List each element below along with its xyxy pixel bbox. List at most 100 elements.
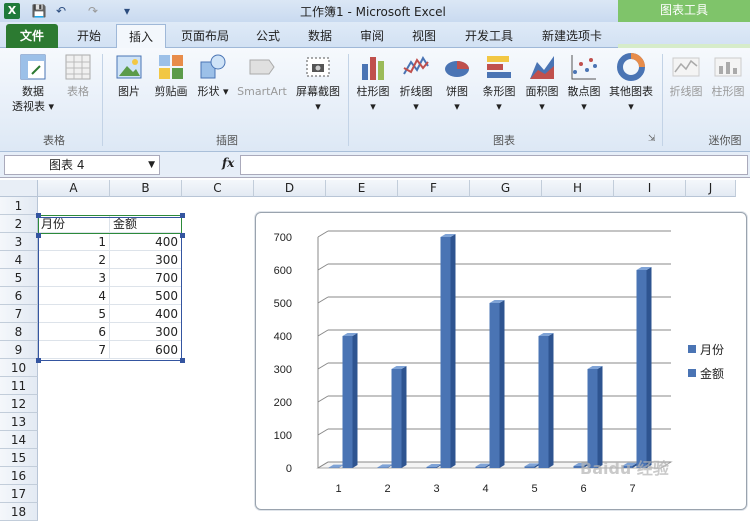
cell-month[interactable]: 3 bbox=[38, 269, 110, 287]
row-header-17[interactable]: 17 bbox=[0, 485, 38, 503]
range-handle[interactable] bbox=[36, 213, 41, 218]
column-header-h[interactable]: H bbox=[542, 180, 614, 197]
range-handle[interactable] bbox=[36, 358, 41, 363]
clipart-button[interactable]: 剪贴画 bbox=[150, 52, 192, 99]
column-header-e[interactable]: E bbox=[326, 180, 398, 197]
row-header-8[interactable]: 8 bbox=[0, 323, 38, 341]
cell-month[interactable]: 6 bbox=[38, 323, 110, 341]
tab-insert[interactable]: 插入 bbox=[116, 24, 166, 48]
undo-icon[interactable]: ↶ bbox=[52, 2, 70, 20]
chart-tools-label: 图表工具 bbox=[618, 0, 750, 22]
screenshot-button[interactable]: 屏幕截图 ▾ bbox=[292, 52, 344, 114]
row-header-14[interactable]: 14 bbox=[0, 431, 38, 449]
line-chart-button[interactable]: 折线图 ▾ bbox=[396, 52, 436, 114]
cell-amount[interactable]: 300 bbox=[110, 251, 182, 269]
range-handle[interactable] bbox=[36, 233, 41, 238]
row-header-5[interactable]: 5 bbox=[0, 269, 38, 287]
sparkline-line-label: 折线图 bbox=[669, 85, 703, 98]
column-header-d[interactable]: D bbox=[254, 180, 326, 197]
row-header-7[interactable]: 7 bbox=[0, 305, 38, 323]
range-handle[interactable] bbox=[180, 358, 185, 363]
row-header-2[interactable]: 2 bbox=[0, 215, 38, 233]
cell-amount[interactable]: 600 bbox=[110, 341, 182, 359]
x-tick-label: 2 bbox=[384, 483, 390, 495]
scatter-chart-button[interactable]: 散点图 ▾ bbox=[564, 52, 604, 114]
pivot-table-button[interactable]: 数据 透视表 ▾ bbox=[10, 52, 56, 114]
tab-page-layout[interactable]: 页面布局 bbox=[172, 24, 238, 48]
row-header-13[interactable]: 13 bbox=[0, 413, 38, 431]
tab-view[interactable]: 视图 bbox=[402, 24, 446, 48]
row-header-6[interactable]: 6 bbox=[0, 287, 38, 305]
pie-chart-button[interactable]: 饼图 ▾ bbox=[440, 52, 474, 114]
formula-input[interactable] bbox=[240, 155, 748, 175]
row-header-16[interactable]: 16 bbox=[0, 467, 38, 485]
row-header-12[interactable]: 12 bbox=[0, 395, 38, 413]
y-tick-label: 300 bbox=[274, 364, 292, 376]
smartart-button[interactable]: SmartArt bbox=[234, 52, 290, 99]
row-header-18[interactable]: 18 bbox=[0, 503, 38, 521]
tab-developer[interactable]: 开发工具 bbox=[454, 24, 524, 48]
window-title: 工作簿1 - Microsoft Excel bbox=[300, 5, 446, 19]
range-handle[interactable] bbox=[180, 213, 185, 218]
column-header-j[interactable]: J bbox=[686, 180, 736, 197]
name-box-dropdown-icon[interactable]: ▼ bbox=[148, 156, 155, 174]
y-tick-label: 0 bbox=[286, 463, 292, 475]
bar-side bbox=[597, 366, 603, 468]
range-handle[interactable] bbox=[180, 233, 185, 238]
insert-function-button[interactable]: fx bbox=[222, 156, 234, 170]
row-header-4[interactable]: 4 bbox=[0, 251, 38, 269]
row-header-15[interactable]: 15 bbox=[0, 449, 38, 467]
bar-chart-button[interactable]: 条形图 ▾ bbox=[478, 52, 520, 114]
charts-dialog-launcher-icon[interactable]: ⇲ bbox=[648, 134, 656, 144]
x-tick-label: 6 bbox=[580, 483, 586, 495]
column-chart-button[interactable]: 柱形图 ▾ bbox=[352, 52, 394, 114]
picture-button[interactable]: 图片 bbox=[110, 52, 148, 99]
row-header-9[interactable]: 9 bbox=[0, 341, 38, 359]
redo-icon[interactable]: ↷ bbox=[84, 2, 102, 20]
excel-app-icon[interactable]: X bbox=[4, 3, 20, 19]
column-header-a[interactable]: A bbox=[38, 180, 110, 197]
tab-formulas[interactable]: 公式 bbox=[246, 24, 290, 48]
tab-new-tab[interactable]: 新建选项卡 bbox=[532, 24, 612, 48]
sparkline-line-button[interactable]: 折线图 bbox=[666, 52, 706, 99]
cell-month[interactable]: 1 bbox=[38, 233, 110, 251]
shapes-button[interactable]: 形状 ▾ bbox=[196, 52, 230, 99]
column-header-b[interactable]: B bbox=[110, 180, 182, 197]
cell-header-month[interactable]: 月份 bbox=[38, 215, 110, 233]
column-header-g[interactable]: G bbox=[470, 180, 542, 197]
area-chart-button[interactable]: 面积图 ▾ bbox=[522, 52, 562, 114]
column-header-f[interactable]: F bbox=[398, 180, 470, 197]
cell-month[interactable]: 2 bbox=[38, 251, 110, 269]
tab-file[interactable]: 文件 bbox=[6, 24, 58, 48]
tab-data[interactable]: 数据 bbox=[298, 24, 342, 48]
y-tick-label: 700 bbox=[274, 232, 292, 244]
x-tick-label: 1 bbox=[335, 483, 341, 495]
column-header-i[interactable]: I bbox=[614, 180, 686, 197]
row-header-1[interactable]: 1 bbox=[0, 197, 38, 215]
select-all-corner[interactable] bbox=[0, 180, 38, 197]
save-icon[interactable]: 💾 bbox=[30, 2, 48, 20]
cell-amount[interactable]: 300 bbox=[110, 323, 182, 341]
table-button[interactable]: 表格 bbox=[60, 52, 96, 99]
tab-review[interactable]: 审阅 bbox=[350, 24, 394, 48]
cell-month[interactable]: 5 bbox=[38, 305, 110, 323]
cell-amount[interactable]: 400 bbox=[110, 233, 182, 251]
row-header-3[interactable]: 3 bbox=[0, 233, 38, 251]
cell-month[interactable]: 4 bbox=[38, 287, 110, 305]
row-header-11[interactable]: 11 bbox=[0, 377, 38, 395]
pie-chart-label: 饼图 bbox=[446, 85, 468, 98]
embedded-chart[interactable]: 0 100 200 300 400 500 600 700 1 2 3 4 5 6 7 月份 金额 bbox=[255, 212, 747, 510]
group-label-sparklines: 迷你图 bbox=[708, 134, 742, 147]
sparkline-column-button[interactable]: 柱形图 bbox=[708, 52, 748, 99]
cell-header-amount[interactable]: 金额 bbox=[110, 215, 182, 233]
name-box[interactable]: 图表 4 ▼ bbox=[4, 155, 160, 175]
tab-home[interactable]: 开始 bbox=[64, 24, 114, 48]
row-header-10[interactable]: 10 bbox=[0, 359, 38, 377]
customize-qat-icon[interactable]: ▾ bbox=[118, 2, 136, 20]
cell-month[interactable]: 7 bbox=[38, 341, 110, 359]
other-charts-button[interactable]: 其他图表 ▾ bbox=[606, 52, 656, 114]
cell-amount[interactable]: 400 bbox=[110, 305, 182, 323]
column-header-c[interactable]: C bbox=[182, 180, 254, 197]
cell-amount[interactable]: 700 bbox=[110, 269, 182, 287]
cell-amount[interactable]: 500 bbox=[110, 287, 182, 305]
